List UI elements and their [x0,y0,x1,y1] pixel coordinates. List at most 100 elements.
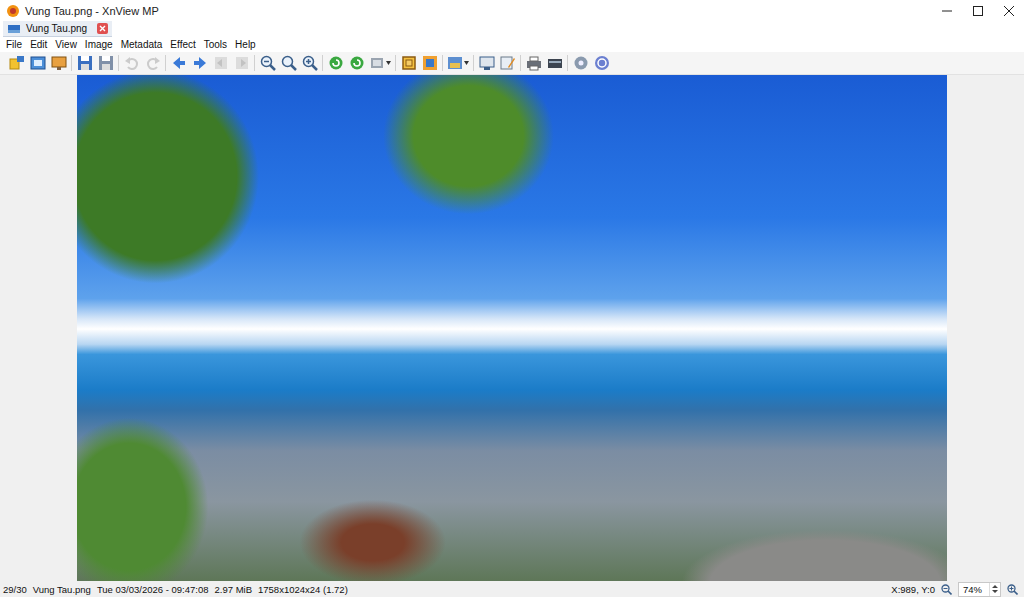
toolbar-separator [442,55,443,71]
menu-item[interactable]: Edit [27,39,52,50]
toolbar-button[interactable] [121,53,142,73]
minimize-button[interactable] [931,0,962,21]
toolbar-button[interactable] [346,53,367,73]
toolbar-button[interactable] [189,53,210,73]
save-icon [77,55,93,71]
toolbar-button[interactable] [398,53,419,73]
toolbar-button[interactable] [6,53,27,73]
menu-item[interactable]: Tools [201,39,232,50]
toolbar-button[interactable] [74,53,95,73]
tab-close-button[interactable] [97,23,108,34]
edit-icon [500,55,516,71]
rotright-icon [349,55,365,71]
rotmenu-icon [369,55,385,71]
toolbar-button[interactable] [210,53,231,73]
zoomfit-icon [281,55,297,71]
toolbar-button[interactable] [419,53,440,73]
resize-icon [422,55,438,71]
image-viewer [0,75,1024,581]
toolbar-button[interactable] [325,53,346,73]
scan-icon [547,55,563,71]
next-icon [192,55,208,71]
browser-icon [9,55,25,71]
tab[interactable]: Vung Tau.png [3,21,112,37]
maximize-button[interactable] [962,0,993,21]
toolbar-button[interactable] [523,53,544,73]
status-filename: Vung Tau.png [33,584,91,595]
saveas-icon [98,55,114,71]
toolbar-button[interactable] [476,53,497,73]
toolbar-button[interactable] [257,53,278,73]
menu-item[interactable]: Image [82,39,118,50]
status-date: Tue 03/03/2026 - 09:47:08 [97,584,209,595]
close-icon [1004,6,1014,16]
zoomout-icon [260,55,276,71]
toolbar-button[interactable] [27,53,48,73]
first-icon [213,55,229,71]
toolbar-button[interactable] [497,53,518,73]
toolbar-button[interactable] [95,53,116,73]
zoomin-icon [302,55,318,71]
zoom-out-icon[interactable] [941,584,952,595]
minimize-icon [942,6,952,16]
toolbar-button[interactable] [367,53,393,73]
toolbar-separator [395,55,396,71]
toolbar-separator [118,55,119,71]
settings-icon [573,55,589,71]
menu-item[interactable]: File [3,39,27,50]
help-icon [594,55,610,71]
capture-icon [479,55,495,71]
toolbar-button[interactable] [48,53,69,73]
status-dimensions: 1758x1024x24 (1.72) [258,584,348,595]
toolbar-separator [71,55,72,71]
toolbar-separator [473,55,474,71]
xnview-window: Vung Tau.png - XnView MP Vung Tau.png Fi… [0,0,1024,597]
toolbar-button[interactable] [142,53,163,73]
toolbar-button[interactable] [591,53,612,73]
toolbar-button[interactable] [445,53,471,73]
rotleft-icon [328,55,344,71]
menu-item[interactable]: Help [232,39,261,50]
toolbar-separator [322,55,323,71]
toolbar-separator [165,55,166,71]
title-bar: Vung Tau.png - XnView MP [0,0,1024,21]
undo-icon [124,55,140,71]
status-size: 2.97 MiB [215,584,253,595]
image-icon [8,25,20,33]
spinner-arrows-icon [992,584,998,594]
toolbar-button[interactable] [168,53,189,73]
zoom-in-icon[interactable] [1007,584,1018,595]
close-icon [97,23,108,34]
toolbar-separator [254,55,255,71]
window-title: Vung Tau.png - XnView MP [25,5,931,17]
toolbar-separator [520,55,521,71]
status-position: 29/30 [3,584,27,595]
menu-item[interactable]: Metadata [118,39,168,50]
status-bar: 29/30 Vung Tau.png Tue 03/03/2026 - 09:4… [0,581,1024,597]
toolbar-button[interactable] [231,53,252,73]
crop-icon [401,55,417,71]
close-button[interactable] [993,0,1024,21]
fullscreen-icon [30,55,46,71]
menu-item[interactable]: Effect [167,39,200,50]
slideshow-icon [51,55,67,71]
toolbar-button[interactable] [544,53,565,73]
toolbar [0,52,1024,75]
toolbar-button[interactable] [299,53,320,73]
zoom-spinner[interactable] [989,583,1000,596]
toolbar-separator [567,55,568,71]
maximize-icon [973,6,983,16]
photo[interactable] [77,75,947,583]
tab-bar: Vung Tau.png [0,21,1024,37]
toolbar-button[interactable] [570,53,591,73]
toolbar-button[interactable] [278,53,299,73]
last-icon [234,55,250,71]
menu-bar: FileEditViewImageMetadataEffectToolsHelp [0,37,1024,52]
redo-icon [145,55,161,71]
zoom-field[interactable]: 74% [958,582,1001,597]
menu-item[interactable]: View [52,39,82,50]
dropdown-arrow-icon [464,61,469,65]
dropdown-arrow-icon [386,61,391,65]
print-icon [526,55,542,71]
prev-icon [171,55,187,71]
